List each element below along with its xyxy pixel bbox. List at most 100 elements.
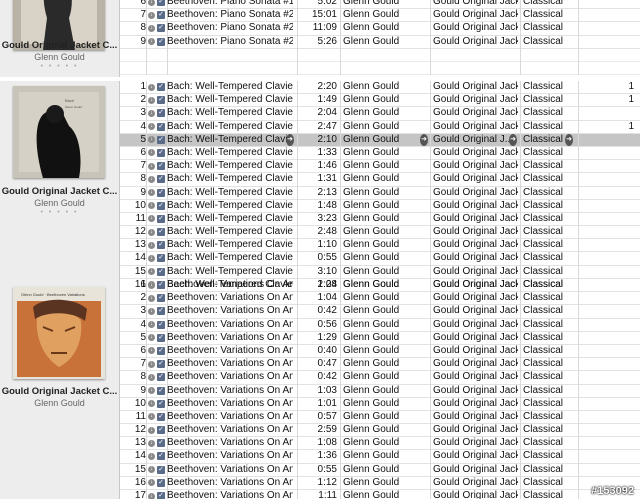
track-artist[interactable]: Glenn Gould: [343, 81, 428, 93]
track-album[interactable]: Gould Original Jack...: [433, 266, 518, 278]
checkbox-icon[interactable]: ✓: [157, 109, 165, 118]
track-name[interactable]: Beethoven: Variations On An O...: [167, 292, 293, 304]
cloud-status-icon[interactable]: ↓: [148, 241, 155, 249]
table-row[interactable]: 6↓✓Beethoven: Piano Sonata #14 I... 5:02 G…: [120, 0, 640, 10]
track-album[interactable]: Gould Original Jack...: [433, 22, 518, 34]
track-artist[interactable]: Glenn Gould: [343, 134, 428, 146]
checkbox-icon[interactable]: ✓: [157, 492, 165, 499]
cloud-status-icon[interactable]: ↓: [148, 387, 155, 394]
track-name[interactable]: Beethoven: Variations On An O...: [167, 305, 293, 317]
track-artist[interactable]: Glenn Gould: [343, 490, 428, 499]
track-name[interactable]: Beethoven: Variations On An O...: [167, 437, 293, 449]
track-artist[interactable]: Glenn Gould: [343, 94, 428, 106]
track-album[interactable]: Gould Original Jack...: [433, 385, 518, 397]
checkbox-icon[interactable]: ✓: [157, 11, 165, 20]
cloud-status-icon[interactable]: ↓: [148, 268, 155, 276]
cloud-status-icon[interactable]: ↓: [148, 24, 155, 32]
track-album[interactable]: Gould Original Jack...: [433, 226, 518, 238]
checkbox-icon[interactable]: ✓: [157, 452, 165, 461]
track-album[interactable]: Gould Original Jack...: [433, 0, 518, 8]
cloud-status-icon[interactable]: ↓: [148, 149, 155, 157]
album-cover-art[interactable]: Bach Glenn Gould: [13, 86, 105, 178]
track-album[interactable]: Gould Original Jack...: [433, 147, 518, 159]
checkbox-icon[interactable]: ✓: [157, 175, 165, 184]
track-artist[interactable]: Glenn Gould: [343, 477, 428, 489]
track-name[interactable]: Bach: Well-Tempered Clavier, ...: [167, 173, 293, 185]
track-artist[interactable]: Glenn Gould: [343, 200, 428, 212]
track-album[interactable]: Gould Original Jack...: [433, 173, 518, 185]
track-artist[interactable]: Glenn Gould: [343, 371, 428, 383]
track-artist[interactable]: Glenn Gould: [343, 226, 428, 238]
track-name[interactable]: Beethoven: Variations On An O...: [167, 424, 293, 436]
checkbox-icon[interactable]: ✓: [157, 478, 165, 487]
cloud-status-icon[interactable]: ↓: [148, 439, 155, 447]
checkbox-icon[interactable]: ✓: [157, 267, 165, 276]
checkbox-icon[interactable]: ✓: [157, 201, 165, 210]
table-row[interactable]: 2↓✓Bach: Well-Tempered Clavier, ... 1:49 G…: [120, 94, 640, 108]
table-row[interactable]: 9↓✓Bach: Well-Tempered Clavier, ... 2:13 G…: [120, 186, 640, 200]
cloud-status-icon[interactable]: ↓: [148, 202, 155, 210]
track-artist[interactable]: Glenn Gould: [343, 173, 428, 185]
track-name[interactable]: Beethoven: Variations On An O...: [167, 345, 293, 357]
track-name[interactable]: Beethoven: Variations On An O...: [167, 477, 293, 489]
track-album[interactable]: Gould Original Jack...: [433, 187, 518, 199]
table-row[interactable]: 8↓✓Beethoven: Variations On An O... 0:42 G…: [120, 371, 640, 385]
track-name[interactable]: Bach: Well-Tempered Clavier, ...: [167, 213, 293, 225]
track-artist[interactable]: Glenn Gould: [343, 424, 428, 436]
cloud-status-icon[interactable]: ↓: [148, 347, 155, 355]
track-album[interactable]: Gould Original Jack...: [433, 81, 518, 93]
cloud-status-icon[interactable]: ↓: [148, 373, 155, 381]
track-name[interactable]: Beethoven: Variations On An O...: [167, 464, 293, 476]
cloud-status-icon[interactable]: ↓: [148, 11, 155, 19]
track-album[interactable]: Gould Original Jack...: [433, 107, 518, 119]
track-artist[interactable]: Glenn Gould: [343, 292, 428, 304]
table-row[interactable]: 3↓✓Beethoven: Variations On An O... 0:42 G…: [120, 305, 640, 319]
track-name[interactable]: Beethoven: Piano Sonata #14 I...: [167, 0, 293, 8]
table-row[interactable]: 14↓✓Beethoven: Variations On An O... 1:36…: [120, 450, 640, 464]
track-artist[interactable]: Glenn Gould: [343, 279, 428, 291]
checkbox-icon[interactable]: ✓: [157, 426, 165, 435]
track-name[interactable]: Bach: Well-Tempered Clavi...: [167, 134, 293, 146]
cloud-status-icon[interactable]: ↓: [148, 281, 155, 289]
cloud-status-icon[interactable]: ↓: [148, 426, 155, 434]
checkbox-icon[interactable]: ✓: [157, 307, 165, 316]
link-arrow-icon[interactable]: ➜: [509, 133, 517, 146]
track-album[interactable]: Gould Original Jack...: [433, 450, 518, 462]
track-name[interactable]: Beethoven: Piano Sonata #23 I...: [167, 36, 293, 48]
track-name[interactable]: Beethoven: Variations On An O...: [167, 398, 293, 410]
track-album[interactable]: Gould Original Jack...: [433, 239, 518, 251]
track-artist[interactable]: Glenn Gould: [343, 385, 428, 397]
track-name[interactable]: Beethoven: Piano Sonata #23 I...: [167, 9, 293, 21]
table-row[interactable]: 10↓✓Bach: Well-Tempered Clavier, ... 1:48…: [120, 199, 640, 213]
checkbox-icon[interactable]: ✓: [157, 439, 165, 448]
album-title[interactable]: Gould Original Jacket C...: [0, 186, 119, 197]
track-album[interactable]: Gould Original Jack...: [433, 279, 518, 291]
track-album[interactable]: Gould Original Jack...: [433, 94, 518, 106]
table-row[interactable]: 4↓✓Beethoven: Variations On An O... 0:56 G…: [120, 318, 640, 332]
checkbox-icon[interactable]: ✓: [157, 241, 165, 250]
album-title[interactable]: Gould Original Jacket C...: [0, 40, 119, 51]
track-album[interactable]: Gould Original Jack...: [433, 464, 518, 476]
checkbox-icon[interactable]: ✓: [157, 320, 165, 329]
cloud-status-icon[interactable]: ↓: [148, 452, 155, 460]
track-name[interactable]: Bach: Well-Tempered Clavier, ...: [167, 226, 293, 238]
track-album[interactable]: Gould Original Jack...: [433, 305, 518, 317]
track-album[interactable]: Gould Original Jack...: [433, 437, 518, 449]
checkbox-icon[interactable]: ✓: [157, 386, 165, 395]
checkbox-icon[interactable]: ✓: [157, 214, 165, 223]
track-artist[interactable]: Glenn Gould: [343, 213, 428, 225]
table-row[interactable]: 7↓✓Bach: Well-Tempered Clavier, ... 1:46 G…: [120, 160, 640, 174]
cloud-status-icon[interactable]: ↓: [148, 0, 155, 6]
table-row[interactable]: 13↓✓Bach: Well-Tempered Clavier, ... 1:10…: [120, 239, 640, 253]
table-row[interactable]: 6↓✓Beethoven: Variations On An O... 0:40 G…: [120, 344, 640, 359]
table-row[interactable]: 5↓✓Beethoven: Variations On An O... 1:29 G…: [120, 331, 640, 345]
track-artist[interactable]: Glenn Gould: [343, 464, 428, 476]
checkbox-icon[interactable]: ✓: [157, 228, 165, 237]
cloud-status-icon[interactable]: ↓: [148, 360, 155, 368]
track-name[interactable]: Beethoven: Variations On An O...: [167, 490, 293, 499]
table-row[interactable]: 15↓✓Beethoven: Variations On An O... 0:55…: [120, 463, 640, 477]
table-row[interactable]: 2↓✓Beethoven: Variations On An O... 1:04 G…: [120, 292, 640, 306]
track-artist[interactable]: Glenn Gould: [343, 121, 428, 133]
track-name[interactable]: Bach: Well-Tempered Clavier, ...: [167, 160, 293, 172]
track-name[interactable]: Bach: Well-Tempered Clavier, ...: [167, 239, 293, 251]
